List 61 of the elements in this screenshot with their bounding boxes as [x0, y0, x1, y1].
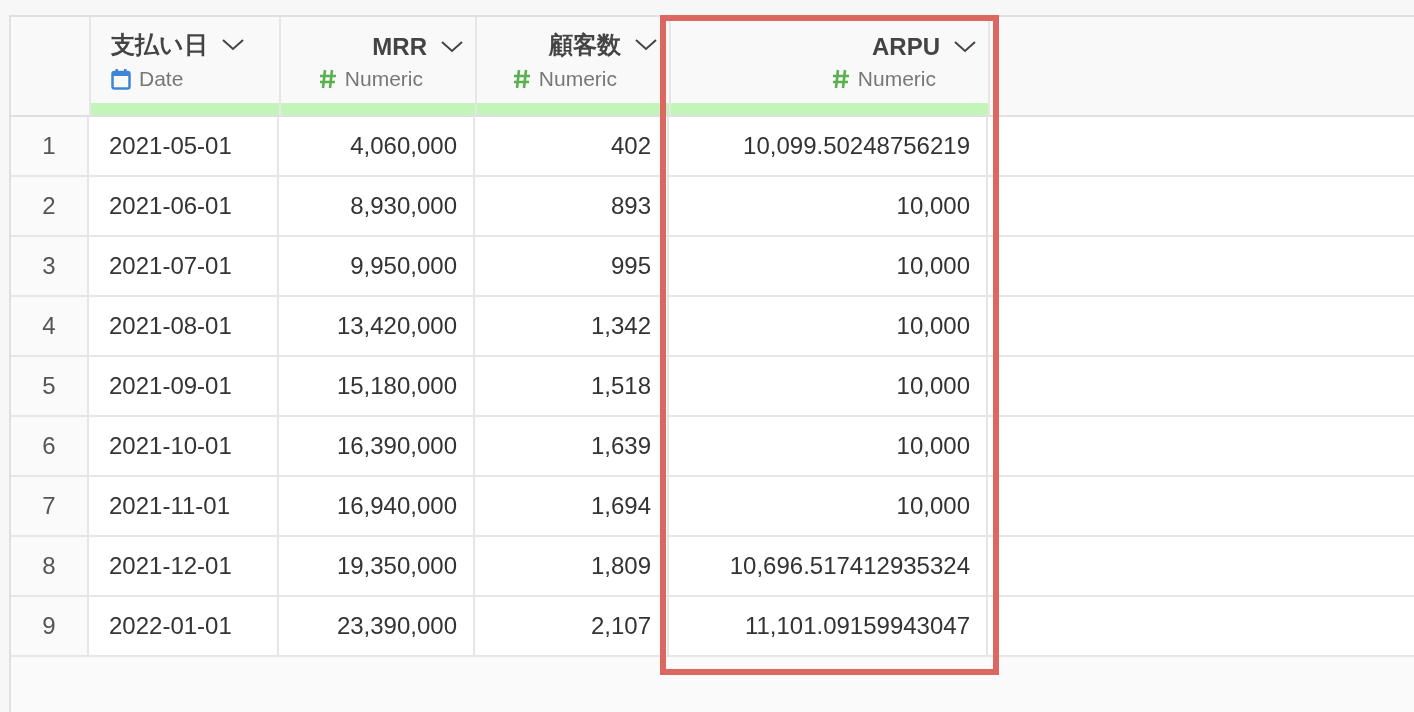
- table-cell: 16,390,000: [279, 417, 475, 475]
- hash-icon: [512, 69, 531, 89]
- calendar-icon: [111, 68, 131, 90]
- table-cell: 2021-07-01: [89, 237, 279, 295]
- chevron-down-icon[interactable]: [441, 41, 463, 53]
- table-cell: 402: [475, 117, 669, 175]
- table-cell: 1,809: [475, 537, 669, 595]
- table-cell: 10,000: [669, 477, 988, 535]
- chevron-down-icon[interactable]: [954, 41, 976, 53]
- chevron-down-icon[interactable]: [222, 39, 244, 51]
- table-cell: 23,390,000: [279, 597, 475, 655]
- table-cell: 10,000: [669, 237, 988, 295]
- table-cell: 10,000: [669, 177, 988, 235]
- chevron-down-icon[interactable]: [635, 39, 657, 51]
- table-cell: 1,694: [475, 477, 669, 535]
- table-cell: 10,000: [669, 357, 988, 415]
- table-cell: 4,060,000: [279, 117, 475, 175]
- table-cell: 2,107: [475, 597, 669, 655]
- column-title: 支払い日: [111, 30, 208, 60]
- table-cell: 19,350,000: [279, 537, 475, 595]
- hash-icon: [831, 69, 850, 89]
- table-cell: 2022-01-01: [89, 597, 279, 655]
- table-cell: 16,940,000: [279, 477, 475, 535]
- table-cell: 2021-08-01: [89, 297, 279, 355]
- table-cell: 9,950,000: [279, 237, 475, 295]
- table-cell: 1,518: [475, 357, 669, 415]
- table-cell: 2021-05-01: [89, 117, 279, 175]
- table-cell: 2021-10-01: [89, 417, 279, 475]
- row-number: 7: [11, 477, 89, 535]
- row-number: 4: [11, 297, 89, 355]
- column-title: 顧客数: [549, 30, 621, 60]
- table-cell: 10,696.517412935324: [669, 537, 988, 595]
- table-cell: 10,000: [669, 297, 988, 355]
- table-cell: 2021-06-01: [89, 177, 279, 235]
- hash-icon: [318, 69, 337, 89]
- column-type: Date: [139, 67, 184, 91]
- row-number: 5: [11, 357, 89, 415]
- column-type: Numeric: [344, 67, 423, 91]
- row-number: 1: [11, 117, 89, 175]
- column-type: Numeric: [538, 67, 617, 91]
- table-cell: 13,420,000: [279, 297, 475, 355]
- table-cell: 1,639: [475, 417, 669, 475]
- table-cell: 2021-11-01: [89, 477, 279, 535]
- row-number: 2: [11, 177, 89, 235]
- column-type: Numeric: [857, 67, 936, 91]
- row-number: 3: [11, 237, 89, 295]
- column-title: MRR: [372, 33, 427, 61]
- row-number: 8: [11, 537, 89, 595]
- table-cell: 8,930,000: [279, 177, 475, 235]
- table-cell: 893: [475, 177, 669, 235]
- table-cell: 995: [475, 237, 669, 295]
- table-cell: 11,101.09159943047: [669, 597, 988, 655]
- table-cell: 2021-12-01: [89, 537, 279, 595]
- column-title: ARPU: [872, 33, 940, 61]
- row-number: 6: [11, 417, 89, 475]
- table-cell: 1,342: [475, 297, 669, 355]
- table-cell: 10,000: [669, 417, 988, 475]
- table-cell: 2021-09-01: [89, 357, 279, 415]
- table-cell: 15,180,000: [279, 357, 475, 415]
- table-cell: 10,099.50248756219: [669, 117, 988, 175]
- row-number: 9: [11, 597, 89, 655]
